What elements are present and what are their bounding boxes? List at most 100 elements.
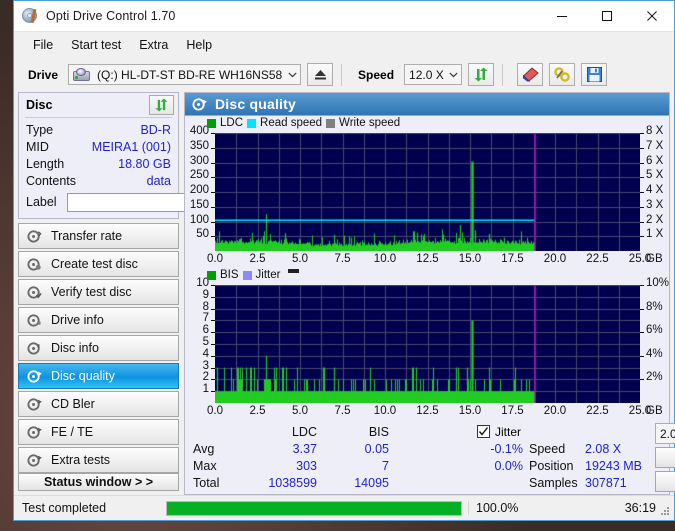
- y-axis-tickmark: [211, 332, 215, 333]
- refresh-speed-button[interactable]: [468, 63, 495, 86]
- maximize-button[interactable]: [584, 1, 629, 31]
- y2-axis-tickmark: [640, 332, 644, 333]
- sidebar-item-cd-bler[interactable]: CD Bler: [18, 391, 179, 417]
- x-axis-tick: 5.0: [292, 405, 308, 417]
- x-axis-tick: 15.0: [458, 405, 482, 417]
- menu-start-test[interactable]: Start test: [62, 35, 130, 55]
- sidebar-item-fe-te[interactable]: FE / TE: [18, 419, 179, 445]
- x-axis-tick: 0.0: [207, 253, 223, 265]
- caption-buttons: [539, 1, 674, 31]
- stats-avg-bis: 0.05: [364, 441, 389, 456]
- ldc-speed-chart: LDC Read speed Write speed 50 100 150 200 25…: [185, 116, 669, 268]
- sidebar-item-create-test-disc[interactable]: Create test disc: [18, 251, 179, 277]
- jitter-blank: [405, 474, 523, 491]
- y2-axis-tickmark: [640, 356, 644, 357]
- info-row-samples: Samples 307871: [529, 474, 651, 491]
- x-axis-unit-label: GB: [646, 253, 663, 265]
- bis-jitter-chart: BIS Jitter 1 2 3 4 5 6 7 8 9 10 2% 4% 6% 8% 10% 0.0 2.5 5…: [185, 268, 669, 420]
- speed-select-value: 12.0 X: [409, 67, 444, 82]
- save-button[interactable]: [581, 63, 608, 86]
- sidebar-label: Create test disc: [51, 256, 138, 271]
- y2-axis-tickmark: [640, 177, 644, 178]
- y2-axis-tick: 1 X: [646, 228, 664, 241]
- erase-button[interactable]: [517, 63, 544, 86]
- disc-length-label: Length: [26, 156, 65, 171]
- y-axis-tick: 9: [202, 288, 209, 301]
- sidebar-item-drive-info[interactable]: Drive info: [18, 307, 179, 333]
- minimize-button[interactable]: [539, 1, 584, 31]
- drive-select[interactable]: (Q:) HL-DT-ST BD-RE WH16NS58 1.V1: [68, 64, 302, 85]
- y-axis-tickmark: [211, 379, 215, 380]
- y-axis-tick: 100: [189, 213, 209, 226]
- menu-help[interactable]: Help: [177, 35, 221, 55]
- stats-row-label: Total: [193, 475, 220, 490]
- resize-grip-icon[interactable]: [659, 505, 671, 517]
- legend-swatch-bis: [207, 270, 216, 280]
- disc-fete-icon: [27, 425, 42, 439]
- tools-button[interactable]: [549, 63, 576, 86]
- y-axis-tickmark: [211, 344, 215, 345]
- info-speed-value: 2.08 X: [585, 441, 622, 456]
- test-speed-select[interactable]: 2.0 X: [655, 423, 675, 444]
- legend-label-ldc: LDC: [220, 117, 244, 129]
- sidebar-item-disc-info[interactable]: Disc info: [18, 335, 179, 361]
- info-position-label: Position: [529, 458, 574, 473]
- window-title: Opti Drive Control 1.70: [46, 9, 176, 23]
- toolbar-divider-1: [341, 63, 343, 86]
- sidebar-item-transfer-rate[interactable]: Transfer rate: [18, 223, 179, 249]
- jitter-label: Jitter: [494, 424, 521, 439]
- chevron-down-icon: [285, 72, 300, 78]
- menu-file[interactable]: File: [24, 35, 62, 55]
- speed-select[interactable]: 12.0 X: [404, 64, 463, 85]
- chart1-plot-area: [215, 133, 640, 251]
- y-axis-tick: 8: [202, 300, 209, 313]
- start-part-button[interactable]: Start part: [655, 471, 675, 492]
- y2-axis-tick: 3 X: [646, 198, 664, 211]
- x-axis-tick: 17.5: [501, 405, 524, 417]
- y2-axis-tick: 6%: [646, 324, 663, 337]
- jitter-header: Jitter: [405, 423, 523, 440]
- start-full-button[interactable]: Start full: [655, 447, 675, 468]
- x-axis-tick: 10.0: [373, 405, 397, 417]
- jitter-checkbox[interactable]: [476, 425, 490, 438]
- left-sidebar: Disc Type BD-R MID MEIRA1 (001) Length 1…: [18, 92, 272, 495]
- y-axis-tickmark: [211, 163, 215, 164]
- disc-quality-panel: Disc quality LDC Read speed Write speed …: [184, 92, 675, 495]
- y-axis-tickmark: [211, 148, 215, 149]
- stats-header-row: LDC BIS: [193, 423, 405, 440]
- legend-label-read-speed: Read speed: [260, 117, 323, 129]
- speed-label: Speed: [358, 67, 395, 82]
- disc-row-length: Length 18.80 GB: [19, 155, 178, 172]
- menu-extra[interactable]: Extra: [130, 35, 177, 55]
- legend-swatch-read-speed: [247, 118, 257, 128]
- disc-label-row: Label: [19, 189, 272, 218]
- sidebar-item-disc-quality[interactable]: Disc quality: [18, 363, 179, 389]
- disc-verify-icon: [27, 285, 42, 299]
- disc-type-value: BD-R: [140, 122, 171, 137]
- close-button[interactable]: [629, 1, 674, 31]
- y-axis-tickmark: [211, 356, 215, 357]
- legend-swatch-extra: [288, 269, 300, 273]
- y-axis-tickmark: [211, 368, 215, 369]
- jitter-avg: -0.1%: [490, 441, 523, 456]
- info-samples-label: Samples: [529, 475, 578, 490]
- y2-axis-tick: 8 X: [646, 125, 664, 137]
- x-axis-tick: 0.0: [207, 405, 223, 417]
- x-axis-tick: 7.5: [334, 253, 351, 265]
- stats-avg-ldc: 3.37: [292, 441, 317, 456]
- disc-refresh-button[interactable]: [149, 95, 174, 115]
- stats-max-bis: 7: [382, 458, 389, 473]
- sidebar-label: CD Bler: [51, 396, 95, 411]
- status-window-button[interactable]: Status window > >: [18, 473, 179, 491]
- y2-axis-tickmark: [640, 285, 644, 286]
- legend-label-jitter: Jitter: [255, 269, 281, 281]
- y-axis-tickmark: [211, 207, 215, 208]
- sidebar-item-verify-test-disc[interactable]: Verify test disc: [18, 279, 179, 305]
- sidebar-label: Extra tests: [51, 452, 111, 467]
- disc-panel-header: Disc: [19, 93, 178, 117]
- info-speed-label: Speed: [529, 441, 566, 456]
- disc-row-contents: Contents data: [19, 172, 178, 189]
- eject-button[interactable]: [307, 63, 334, 86]
- y2-axis-tick: 4%: [646, 347, 663, 360]
- sidebar-item-extra-tests[interactable]: Extra tests: [18, 447, 179, 473]
